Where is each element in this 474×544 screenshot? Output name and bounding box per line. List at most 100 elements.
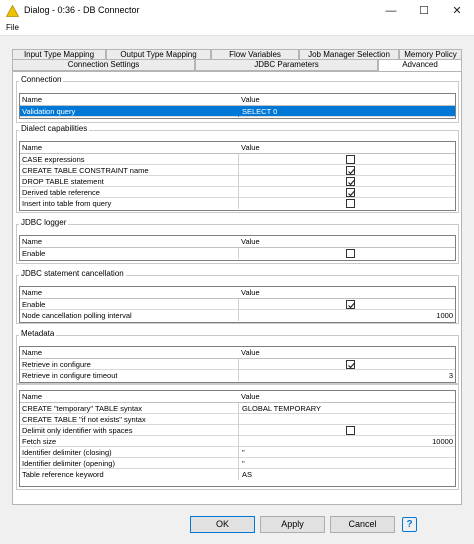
group-title-dialect: Dialect capabilities [19, 124, 90, 133]
column-header-value[interactable]: Value [239, 287, 457, 299]
cell-value[interactable]: 3 [240, 370, 456, 381]
row-cancellation-enable[interactable]: Enable [20, 299, 455, 310]
column-header-name[interactable]: Name [20, 236, 239, 248]
group-jdbc-logger: JDBC logger Name Value Enable [16, 218, 459, 264]
cell-name: DROP TABLE statement [20, 176, 239, 187]
checkbox-create-table-constraint-name[interactable] [346, 166, 355, 175]
tab-jdbc-parameters[interactable]: JDBC Parameters [195, 59, 378, 71]
row-create-table-constraint-name[interactable]: CREATE TABLE CONSTRAINT name [20, 165, 455, 176]
cell-value [240, 154, 456, 165]
cell-value[interactable] [240, 414, 456, 425]
close-button[interactable]: ✕ [441, 0, 473, 22]
misc-table: Name Value CREATE "temporary" TABLE synt… [19, 390, 456, 487]
cell-value [240, 176, 456, 187]
row-case-expressions[interactable]: CASE expressions [20, 154, 455, 165]
checkbox-cancellation-enable[interactable] [346, 300, 355, 309]
table-header: Name Value [20, 347, 455, 359]
row-insert-into-table-from-query[interactable]: Insert into table from query [20, 198, 455, 209]
group-connection: Connection Name Value Validation query S… [16, 75, 459, 123]
cell-name: Node cancellation polling interval [20, 310, 239, 321]
row-identifier-delimiter-closing[interactable]: Identifier delimiter (closing) " [20, 447, 455, 458]
row-validation-query[interactable]: Validation query SELECT 0 [20, 106, 455, 117]
checkbox-retrieve-in-configure[interactable] [346, 360, 355, 369]
column-header-name[interactable]: Name [20, 391, 239, 403]
table-header: Name Value [20, 94, 455, 106]
checkbox-derived-table-reference[interactable] [346, 188, 355, 197]
cell-name: CASE expressions [20, 154, 239, 165]
cell-value [240, 299, 456, 310]
cell-name: Identifier delimiter (closing) [20, 447, 239, 458]
row-delimit-only-identifier-with-spaces[interactable]: Delimit only identifier with spaces [20, 425, 455, 436]
checkbox-delimit-only-identifier-with-spaces[interactable] [346, 426, 355, 435]
column-header-value[interactable]: Value [239, 94, 457, 106]
column-header-value[interactable]: Value [239, 142, 457, 154]
cell-name: Validation query [20, 106, 239, 117]
minimize-button[interactable]: — [375, 0, 407, 22]
group-title-jdbc-logger: JDBC logger [19, 218, 69, 227]
column-header-name[interactable]: Name [20, 94, 239, 106]
jdbc-logger-table: Name Value Enable [19, 235, 456, 261]
cell-name: Retrieve in configure [20, 359, 239, 370]
cell-name: Identifier delimiter (opening) [20, 458, 239, 469]
column-header-value[interactable]: Value [239, 391, 457, 403]
cell-value[interactable]: AS [240, 469, 456, 480]
cell-name: Enable [20, 299, 239, 310]
column-header-name[interactable]: Name [20, 142, 239, 154]
cancel-button[interactable]: Cancel [330, 516, 395, 533]
checkbox-logger-enable[interactable] [346, 249, 355, 258]
cell-value[interactable]: GLOBAL TEMPORARY [240, 403, 456, 414]
column-header-name[interactable]: Name [20, 347, 239, 359]
cell-name: Derived table reference [20, 187, 239, 198]
cell-value[interactable]: " [240, 458, 456, 469]
row-node-cancellation-polling-interval[interactable]: Node cancellation polling interval 1000 [20, 310, 455, 321]
cell-name: Enable [20, 248, 239, 259]
connection-table: Name Value Validation query SELECT 0 [19, 93, 456, 119]
cell-value [240, 187, 456, 198]
cell-name: Fetch size [20, 436, 239, 447]
row-drop-table-statement[interactable]: DROP TABLE statement [20, 176, 455, 187]
title-bar: Dialog - 0:36 - DB Connector — ☐ ✕ [0, 0, 474, 22]
checkmark-icon [348, 168, 355, 175]
cell-value[interactable]: 10000 [240, 436, 456, 447]
cell-name: Insert into table from query [20, 198, 239, 209]
tab-connection-settings[interactable]: Connection Settings [12, 59, 195, 71]
cell-value [240, 359, 456, 370]
ok-button[interactable]: OK [190, 516, 255, 533]
metadata-table: Name Value Retrieve in configure Retriev… [19, 346, 456, 383]
checkmark-icon [348, 190, 355, 197]
column-header-name[interactable]: Name [20, 287, 239, 299]
cell-value[interactable]: 1000 [240, 310, 456, 321]
row-logger-enable[interactable]: Enable [20, 248, 455, 259]
cell-value[interactable]: SELECT 0 [240, 106, 456, 117]
maximize-button[interactable]: ☐ [408, 0, 440, 22]
help-button[interactable]: ? [402, 517, 417, 532]
row-identifier-delimiter-opening[interactable]: Identifier delimiter (opening) " [20, 458, 455, 469]
checkbox-drop-table-statement[interactable] [346, 177, 355, 186]
cell-name: Delimit only identifier with spaces [20, 425, 239, 436]
checkmark-icon [348, 362, 355, 369]
row-retrieve-in-configure-timeout[interactable]: Retrieve in configure timeout 3 [20, 370, 455, 381]
menu-file[interactable]: File [6, 23, 19, 32]
row-fetch-size[interactable]: Fetch size 10000 [20, 436, 455, 447]
cell-value[interactable]: " [240, 447, 456, 458]
row-create-temporary-table-syntax[interactable]: CREATE "temporary" TABLE syntax GLOBAL T… [20, 403, 455, 414]
group-title-metadata: Metadata [19, 329, 57, 338]
checkbox-case-expressions[interactable] [346, 155, 355, 164]
checkbox-insert-into-table-from-query[interactable] [346, 199, 355, 208]
group-misc: Name Value CREATE "temporary" TABLE synt… [16, 384, 459, 490]
app-icon [6, 5, 19, 17]
cell-name: CREATE "temporary" TABLE syntax [20, 403, 239, 414]
checkmark-icon [348, 302, 355, 309]
row-retrieve-in-configure[interactable]: Retrieve in configure [20, 359, 455, 370]
group-title-connection: Connection [19, 75, 64, 84]
row-derived-table-reference[interactable]: Derived table reference [20, 187, 455, 198]
cell-value [240, 165, 456, 176]
apply-button[interactable]: Apply [260, 516, 325, 533]
menu-bar: File [0, 22, 474, 36]
group-metadata: Metadata Name Value Retrieve in configur… [16, 329, 459, 384]
row-table-reference-keyword[interactable]: Table reference keyword AS [20, 469, 455, 480]
row-create-table-if-not-exists-syntax[interactable]: CREATE TABLE "if not exists" syntax [20, 414, 455, 425]
column-header-value[interactable]: Value [239, 347, 457, 359]
group-jdbc-statement-cancellation: JDBC statement cancellation Name Value E… [16, 269, 459, 324]
column-header-value[interactable]: Value [239, 236, 457, 248]
